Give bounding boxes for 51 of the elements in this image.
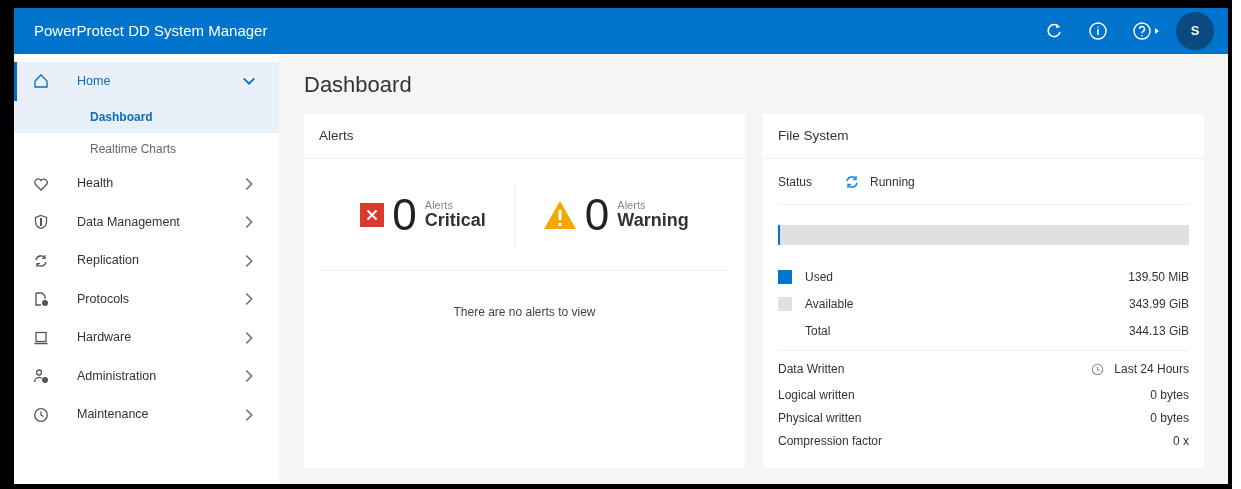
legend-label: Available (805, 295, 854, 313)
stat-value: 0 bytes (1150, 409, 1189, 427)
sidebar-item[interactable]: Replication (14, 241, 279, 280)
stat-label: Logical written (778, 386, 855, 404)
app-title: PowerProtect DD System Manager (34, 20, 268, 41)
sidebar-item[interactable]: Administration (14, 357, 279, 396)
alert-caption: Alerts (617, 198, 647, 211)
warning-icon (542, 199, 577, 230)
error-icon (360, 202, 385, 227)
page-title: Dashboard (304, 71, 413, 99)
empty-message: There are no alerts to view (452, 304, 597, 321)
home-icon (33, 73, 49, 90)
legend-value: 344.13 GiB (1128, 322, 1189, 340)
alert-label: Critical (424, 210, 486, 231)
shield-icon (33, 214, 49, 231)
stat-label: Physical written (778, 409, 862, 427)
legend-value: 343.99 GiB (1128, 295, 1189, 313)
info-icon[interactable] (1088, 21, 1108, 41)
user-avatar[interactable]: S (1176, 12, 1214, 50)
legend-value: 139.50 MiB (1128, 268, 1189, 286)
sidebar-item[interactable]: Data Management (14, 203, 279, 242)
alert-label: Warning (617, 210, 689, 231)
sidebar-item[interactable]: Maintenance (14, 395, 279, 434)
alert-count: 0 (584, 192, 610, 237)
status-label: Status (778, 173, 813, 191)
legend-label: Total (805, 322, 831, 340)
time-range-link[interactable]: Last 24 Hours (1114, 360, 1189, 378)
heart-icon (33, 175, 49, 192)
stat-value: 0 x (1173, 432, 1189, 450)
alert-caption: Alerts (424, 198, 454, 211)
sidebar-subitem[interactable]: Dashboard (14, 100, 279, 133)
legend-label: Used (805, 268, 833, 286)
clock-icon[interactable] (1091, 362, 1105, 376)
clock-icon (33, 406, 49, 423)
sidebar-item[interactable]: Hardware (14, 318, 279, 357)
sidebar-item[interactable]: Health (14, 164, 279, 203)
alert-count: 0 (392, 192, 417, 237)
section-label: Data Written (778, 361, 845, 378)
stat-label: Compression factor (778, 432, 883, 450)
stat-value: 0 bytes (1150, 386, 1189, 404)
document-gear-icon (33, 291, 49, 308)
sidebar-item[interactable]: Home (14, 62, 279, 101)
card-title: File System (763, 114, 1204, 159)
sync-icon (844, 173, 861, 190)
user-gear-icon (33, 368, 49, 385)
laptop-icon (33, 329, 49, 346)
sidebar-subitem[interactable]: Realtime Charts (14, 132, 279, 165)
status-value: Running (870, 173, 915, 191)
sync-icon (33, 252, 49, 269)
card-title: Alerts (304, 114, 745, 159)
sidebar-item[interactable]: Protocols (14, 280, 279, 319)
